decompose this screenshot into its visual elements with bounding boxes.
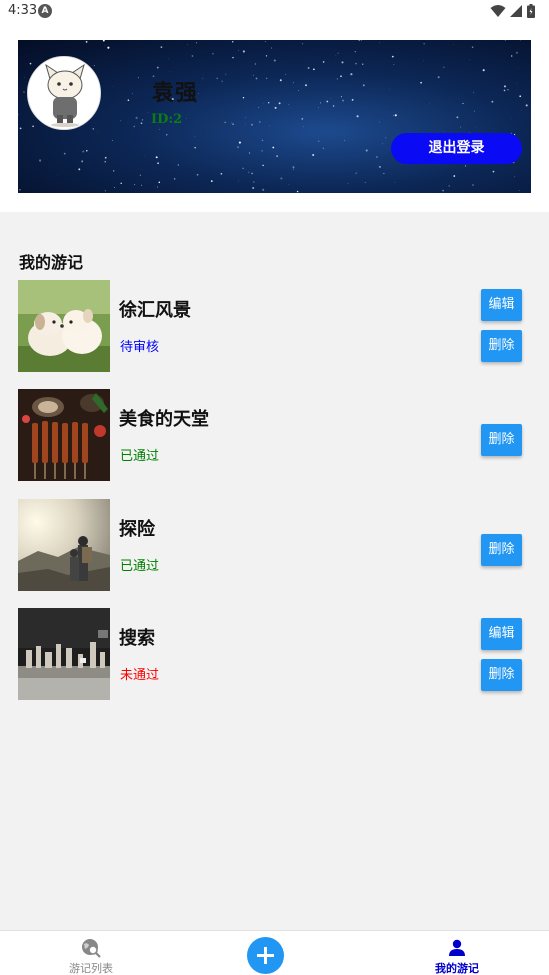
travelogue-thumbnail[interactable] <box>18 389 110 481</box>
travelogue-card[interactable]: 探险 已通过 删除 <box>18 499 538 591</box>
sculpture-exhibit-image-icon <box>18 608 110 700</box>
username: 袁强 <box>152 81 199 106</box>
travelogue-title: 美食的天堂 <box>119 409 209 430</box>
delete-button[interactable]: 删除 <box>481 330 522 362</box>
section-title: 我的游记 <box>19 253 84 272</box>
profile-header: 袁强 ID:2 退出登录 <box>0 24 549 212</box>
travelogue-status: 已通过 <box>120 559 160 574</box>
travelogue-card[interactable]: 徐汇风景 待审核 编辑 删除 <box>18 280 538 372</box>
nav-label: 游记列表 <box>69 962 113 975</box>
travelogue-card[interactable]: 搜索 未通过 编辑 删除 <box>18 608 538 700</box>
add-travelogue-button[interactable] <box>247 937 284 974</box>
plus-icon <box>257 947 274 964</box>
nav-tab-travelogue-list[interactable]: 游记列表 <box>46 931 136 975</box>
profile-banner: 袁强 ID:2 退出登录 <box>18 40 531 193</box>
travelogue-status: 未通过 <box>120 668 160 683</box>
edit-button[interactable]: 编辑 <box>481 618 522 650</box>
puppies-image-icon <box>18 280 110 372</box>
avatar[interactable] <box>27 56 101 130</box>
battery-icon <box>527 4 535 18</box>
travelogue-title: 徐汇风景 <box>119 300 191 321</box>
edit-button[interactable]: 编辑 <box>481 289 522 321</box>
delete-button[interactable]: 删除 <box>481 659 522 691</box>
travelogue-status: 已通过 <box>120 449 160 464</box>
status-indicators <box>490 4 535 18</box>
bbq-food-image-icon <box>18 389 110 481</box>
travelogue-card[interactable]: 美食的天堂 已通过 删除 <box>18 389 538 481</box>
travelogue-title: 探险 <box>119 519 155 540</box>
nav-label: 我的游记 <box>435 962 479 975</box>
person-icon <box>449 939 465 956</box>
status-time: 4:33 <box>8 3 38 18</box>
travelogue-thumbnail[interactable] <box>18 608 110 700</box>
signal-icon <box>510 5 522 17</box>
logout-button[interactable]: 退出登录 <box>391 133 522 164</box>
delete-button[interactable]: 删除 <box>481 534 522 566</box>
nav-tab-my-travelogues[interactable]: 我的游记 <box>412 931 502 975</box>
cat-avatar-icon <box>28 57 100 129</box>
user-id: ID:2 <box>151 112 183 127</box>
wifi-icon <box>490 5 506 17</box>
globe-search-icon <box>82 939 101 958</box>
travelogue-title: 搜索 <box>119 628 155 649</box>
app-notification-icon: A <box>38 4 52 18</box>
travelogue-status: 待审核 <box>120 340 160 355</box>
status-bar: 4:33 A <box>0 0 549 24</box>
travelogue-thumbnail[interactable] <box>18 280 110 372</box>
bottom-nav: 游记列表 我的游记 <box>0 930 549 975</box>
hikers-mountain-image-icon <box>18 499 110 591</box>
starfield-background <box>18 40 528 193</box>
travelogue-thumbnail[interactable] <box>18 499 110 591</box>
delete-button[interactable]: 删除 <box>481 424 522 456</box>
